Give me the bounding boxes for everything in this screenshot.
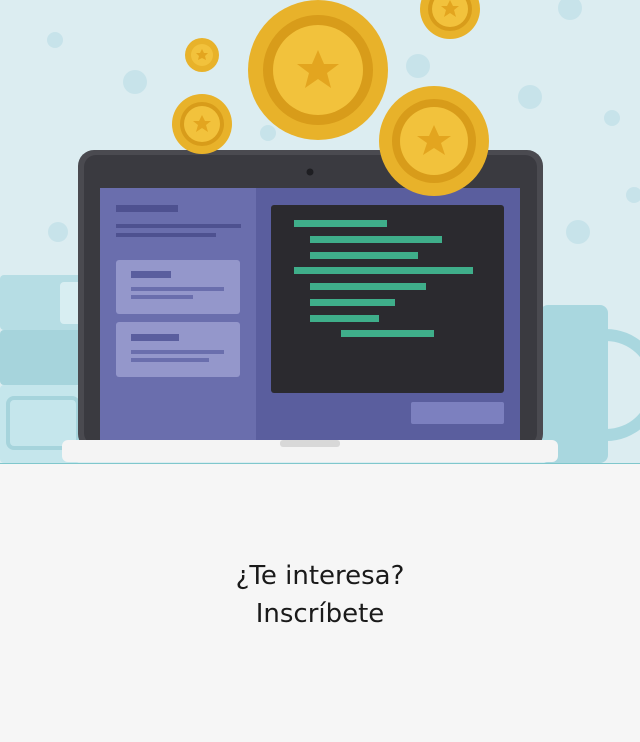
laptop: [62, 150, 558, 462]
coin-icon: [172, 94, 232, 154]
coin-icon: [248, 0, 388, 140]
laptop-coins-illustration: [0, 0, 640, 463]
hero-illustration: [0, 0, 640, 463]
coin-icon: [379, 86, 489, 196]
signup-link[interactable]: ¿Te interesa? Inscríbete: [0, 557, 640, 633]
coin-icon: [185, 38, 219, 72]
cta-section: ¿Te interesa? Inscríbete: [0, 463, 640, 742]
cta-signup-label: Inscríbete: [255, 599, 385, 629]
books-stack: [0, 275, 90, 463]
cta-question: ¿Te interesa?: [235, 561, 405, 591]
